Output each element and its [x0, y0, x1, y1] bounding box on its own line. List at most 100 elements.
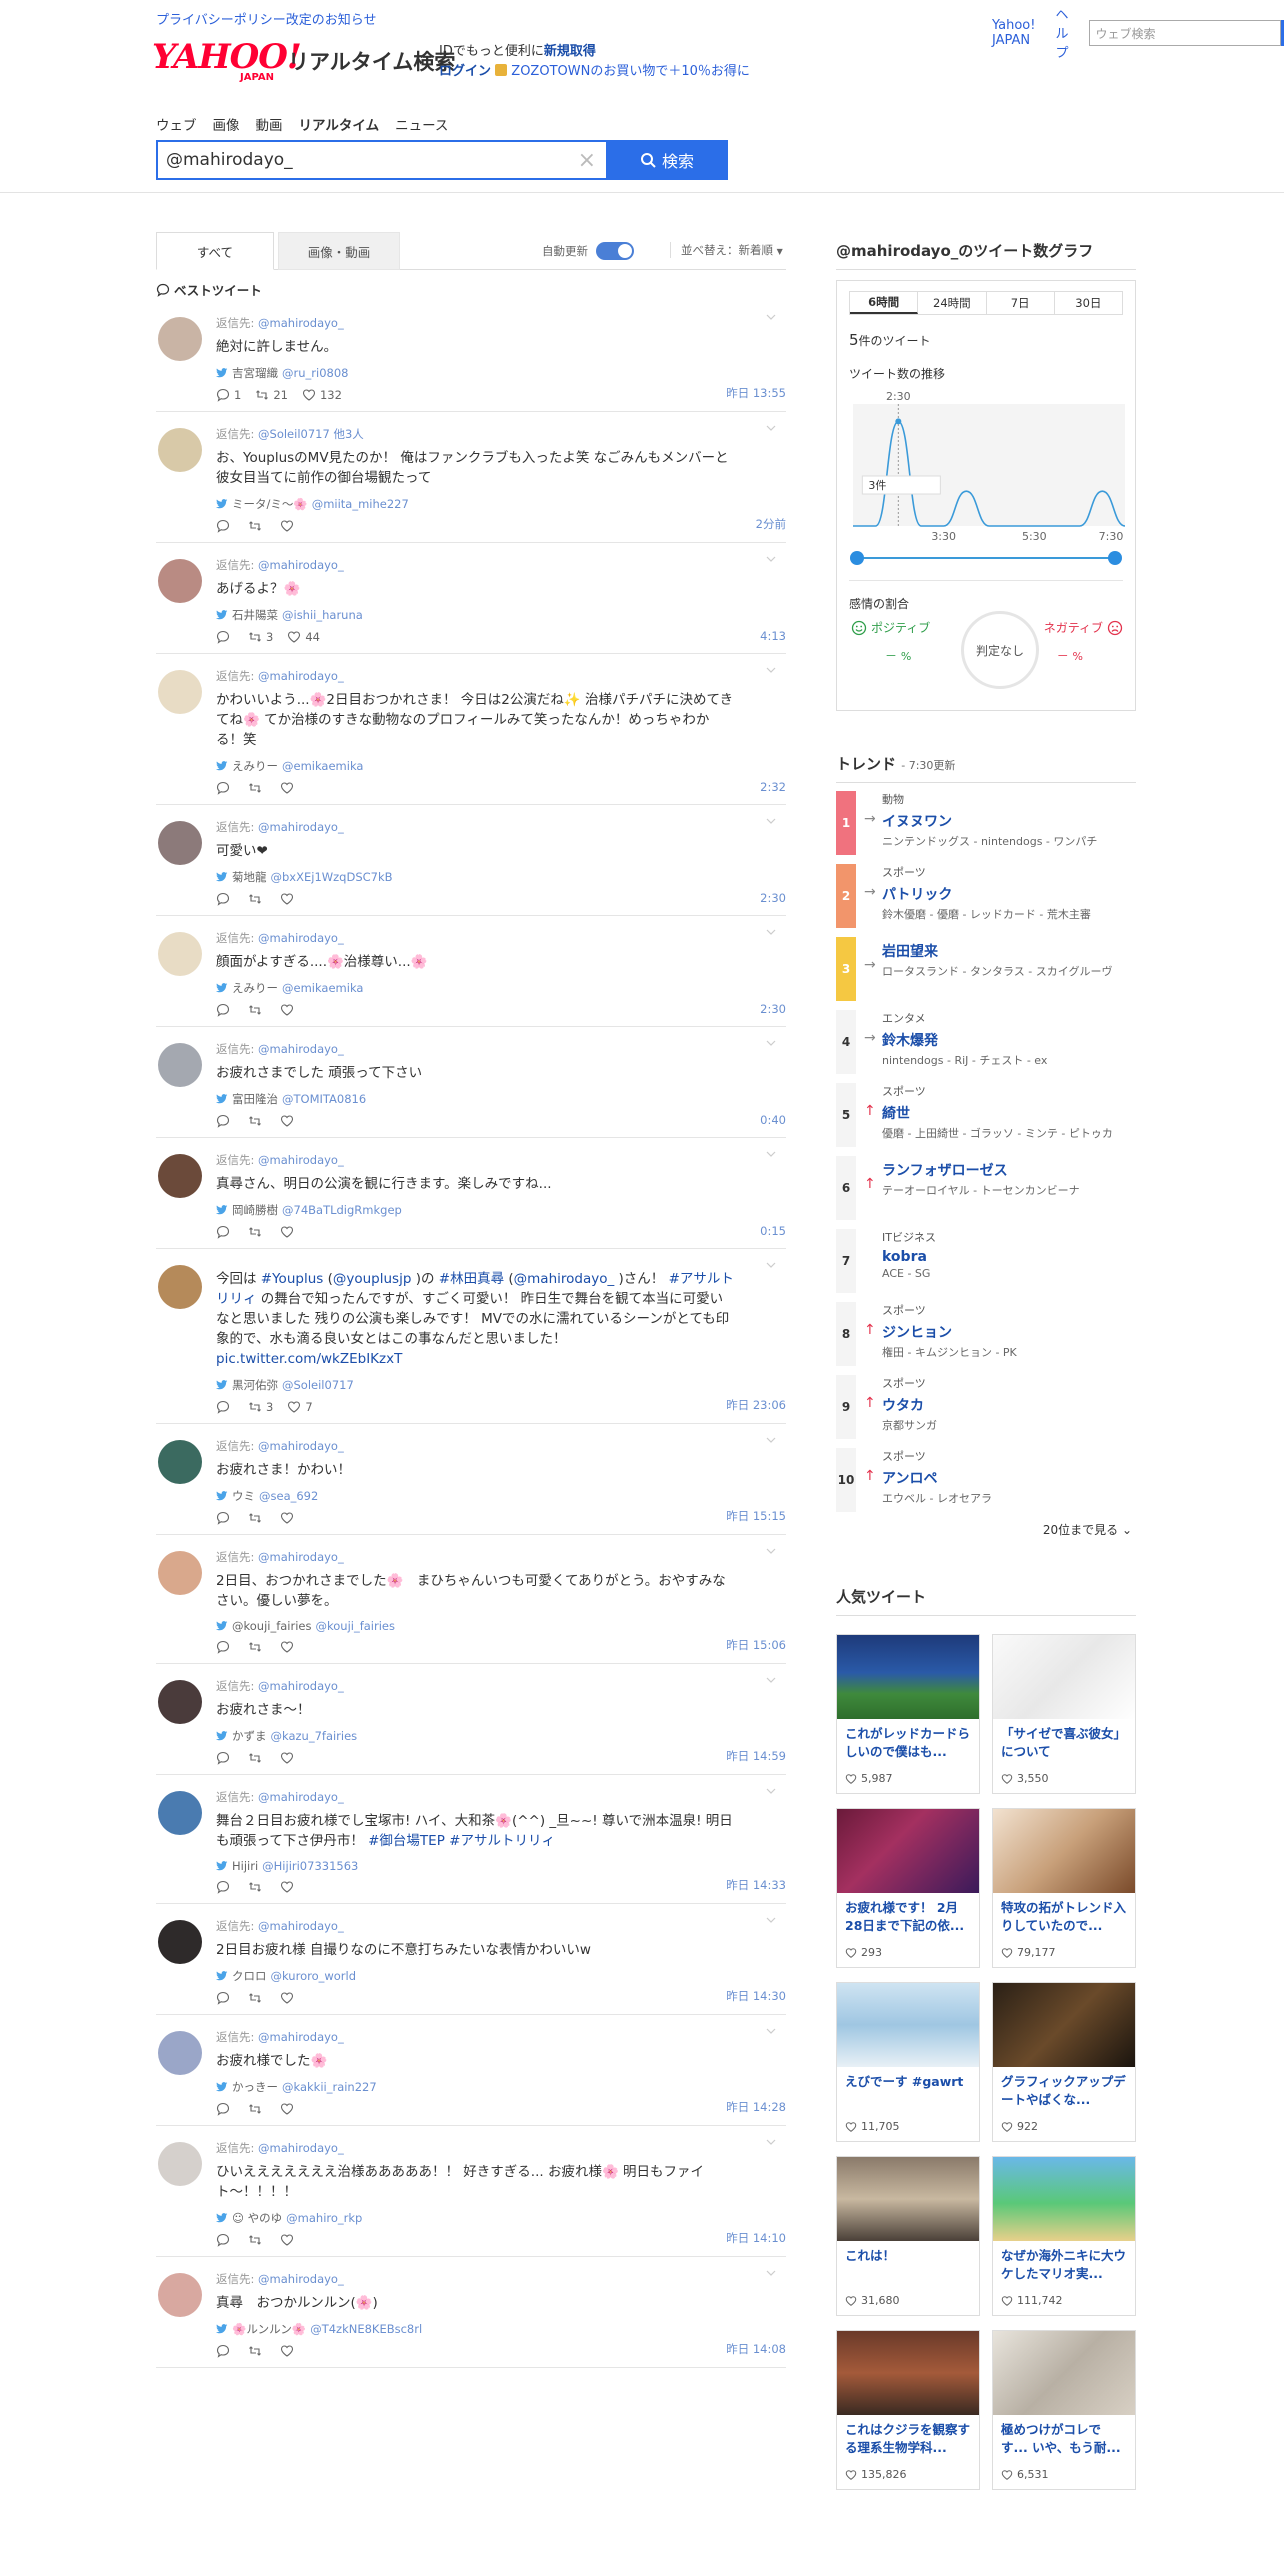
chevron-down-icon[interactable] [766, 424, 776, 432]
tweet-item[interactable]: 返信先: @mahirodayo_ お疲れさま〜！ かずま @kazu_7fai… [156, 1664, 786, 1775]
reply-target-link[interactable]: @mahirodayo_ [258, 558, 344, 572]
retweet-button[interactable] [248, 1991, 266, 2005]
popular-tweet-image[interactable] [993, 1635, 1135, 1719]
tweet-item[interactable]: 返信先: @mahirodayo_ お疲れさま！かわい！ ウミ @sea_692… [156, 1424, 786, 1535]
tweet-author[interactable]: ☺ やのゆ @mahiro_rkp [216, 2210, 786, 2226]
chevron-down-icon[interactable] [766, 2138, 776, 2146]
chevron-down-icon[interactable] [766, 555, 776, 563]
reply-target-link[interactable]: @mahirodayo_ [258, 1679, 344, 1693]
graph-tab-7d[interactable]: 7日 [987, 292, 1055, 314]
tweet-time[interactable]: 2:30 [760, 891, 786, 905]
retweet-button[interactable] [248, 2344, 266, 2358]
avatar[interactable] [158, 1920, 202, 1964]
tweet-time[interactable]: 昨日 14:10 [726, 2230, 786, 2246]
like-button[interactable]: 132 [302, 388, 342, 402]
nav-news[interactable]: ニュース [395, 114, 448, 134]
tweet-item[interactable]: 返信先: @mahirodayo_ 舞台２日目お疲れ様でし宝塚市! ハイ、大和茶… [156, 1775, 786, 1904]
chevron-down-icon[interactable] [766, 928, 776, 936]
tweet-time[interactable]: 昨日 23:06 [726, 1397, 786, 1413]
range-slider-end-handle[interactable] [1108, 551, 1122, 565]
like-button[interactable] [280, 2233, 298, 2247]
retweet-button[interactable] [248, 1003, 266, 1017]
tweet-item[interactable]: 返信先: @mahirodayo_ お疲れ様でした🌸 かっきー @kakkii_… [156, 2015, 786, 2126]
tweet-item[interactable]: 返信先: @mahirodayo_ お疲れさまでした 頑張って下さい 富田隆治 … [156, 1027, 786, 1138]
reply-button[interactable] [216, 1114, 234, 1128]
reply-button[interactable] [216, 1991, 234, 2005]
retweet-button[interactable] [248, 1114, 266, 1128]
reply-target-link[interactable]: @mahirodayo_ [258, 2272, 344, 2286]
popular-tweet-card[interactable]: これはクジラを観察する理系生物学科... 135,826 [836, 2330, 980, 2490]
tweet-author[interactable]: 石井陽菜 @ishii_haruna [216, 607, 786, 623]
popular-tweet-card[interactable]: これは！ 31,680 [836, 2156, 980, 2316]
popular-tweet-image[interactable] [837, 1635, 979, 1719]
tweet-time[interactable]: 2分前 [756, 516, 786, 532]
like-button[interactable] [280, 1640, 298, 1654]
popular-tweet-card[interactable]: お疲れ様です！ 2月28日まで下記の依... 293 [836, 1808, 980, 1968]
tweet-author[interactable]: Hijiri @Hijiri07331563 [216, 1859, 786, 1873]
reply-target-link[interactable]: @mahirodayo_ [258, 931, 344, 945]
trend-word[interactable]: 鈴木爆発 [882, 1030, 1136, 1050]
tweet-item[interactable]: 返信先: @mahirodayo_ あげるよ？🌸 石井陽菜 @ishii_har… [156, 543, 786, 654]
popular-tweet-image[interactable] [837, 2331, 979, 2415]
tweet-author[interactable]: ウミ @sea_692 [216, 1488, 786, 1504]
register-link[interactable]: 新規取得 [544, 44, 596, 59]
auto-update-toggle[interactable] [596, 242, 634, 260]
retweet-button[interactable] [248, 519, 266, 533]
chevron-down-icon[interactable] [766, 1787, 776, 1795]
trend-word[interactable]: ジンヒョン [882, 1322, 1136, 1342]
reply-button[interactable] [216, 1880, 234, 1894]
tweet-item[interactable]: 返信先: @mahirodayo_ ひいえええええええ治様あああああ！！ 好きす… [156, 2126, 786, 2257]
like-button[interactable] [280, 1991, 298, 2005]
tweet-time[interactable]: 昨日 14:30 [726, 1988, 786, 2004]
retweet-button[interactable] [248, 1511, 266, 1525]
policy-notice-link[interactable]: プライバシーポリシー改定のお知らせ [156, 9, 376, 28]
retweet-button[interactable] [248, 781, 266, 795]
popular-tweet-text[interactable]: えびでーす #gawrt [837, 2067, 979, 2111]
avatar[interactable] [158, 2142, 202, 2186]
reply-target-link[interactable]: @mahirodayo_ [258, 1550, 344, 1564]
tweet-item[interactable]: 返信先: @mahirodayo_ 絶対に許しません。 吉宮瑠織 @ru_ri0… [156, 301, 786, 412]
popular-tweet-card[interactable]: グラフィックアップデートやばくな... 922 [992, 1982, 1136, 2142]
tweet-time[interactable]: 0:40 [760, 1113, 786, 1127]
reply-target-link[interactable]: @mahirodayo_ [258, 2030, 344, 2044]
reply-target-link[interactable]: @mahirodayo_ [258, 669, 344, 683]
tab-media[interactable]: 画像・動画 [278, 232, 400, 270]
popular-tweet-card[interactable]: 「サイゼで喜ぶ彼女」について 3,550 [992, 1634, 1136, 1794]
tweet-item[interactable]: 返信先: @mahirodayo_ 真尋 おつかルンルン(🌸) 🌸ルンルン🌸 @… [156, 2257, 786, 2368]
reply-target-link[interactable]: @mahirodayo_ [258, 1042, 344, 1056]
search-input[interactable]: @mahirodayo_ × [156, 140, 606, 180]
popular-tweet-image[interactable] [993, 1983, 1135, 2067]
tweet-author[interactable]: 🌸ルンルン🌸 @T4zkNE8KEBsc8rl [216, 2321, 786, 2337]
popular-tweet-text[interactable]: なぜか海外ニキに大ウケしたマリオ実... [993, 2241, 1135, 2285]
retweet-button[interactable] [248, 1880, 266, 1894]
tweet-item[interactable]: 返信先: @mahirodayo_ 真尋さん、明日の公演を観に行きます。楽しみで… [156, 1138, 786, 1249]
tweet-author[interactable]: かっきー @kakkii_rain227 [216, 2079, 786, 2095]
tweet-time[interactable]: 昨日 15:06 [726, 1637, 786, 1653]
retweet-button[interactable] [248, 892, 266, 906]
reply-target-link[interactable]: @Soleil0717 他3人 [258, 427, 364, 441]
chevron-down-icon[interactable] [766, 817, 776, 825]
reply-target-link[interactable]: @mahirodayo_ [258, 2141, 344, 2155]
like-button[interactable] [280, 2102, 298, 2116]
retweet-button[interactable] [248, 1225, 266, 1239]
tweet-time[interactable]: 昨日 14:33 [726, 1877, 786, 1893]
popular-tweet-text[interactable]: これは！ [837, 2241, 979, 2285]
like-button[interactable] [280, 892, 298, 906]
range-slider-start-handle[interactable] [850, 551, 864, 565]
tweet-author[interactable]: えみりー @emikaemika [216, 980, 786, 996]
tweet-author[interactable]: 富田隆治 @TOMITA0816 [216, 1091, 786, 1107]
trend-item[interactable]: 6 ↑ ランフォザローゼス テーオーロイヤル - トーセンカンビーナ [836, 1148, 1136, 1221]
reply-button[interactable] [216, 2233, 234, 2247]
popular-tweet-text[interactable]: これがレッドカードらしいので僕はも... [837, 1719, 979, 1763]
reply-button[interactable]: 1 [216, 388, 241, 402]
popular-tweet-image[interactable] [837, 2157, 979, 2241]
tweet-item[interactable]: 返信先: @mahirodayo_ 2日目、おつかれさまでした🌸 まひちゃんいつ… [156, 1535, 786, 1664]
chevron-down-icon[interactable] [766, 1261, 776, 1269]
tweet-author[interactable]: かずま @kazu_7fairies [216, 1728, 786, 1744]
retweet-button[interactable]: 21 [255, 388, 288, 402]
tab-all[interactable]: すべて [156, 232, 274, 270]
chevron-down-icon[interactable] [766, 1916, 776, 1924]
chevron-down-icon[interactable] [766, 2027, 776, 2035]
tweet-author[interactable]: @kouji_fairies @kouji_fairies [216, 1619, 786, 1633]
chevron-down-icon[interactable] [766, 313, 776, 321]
